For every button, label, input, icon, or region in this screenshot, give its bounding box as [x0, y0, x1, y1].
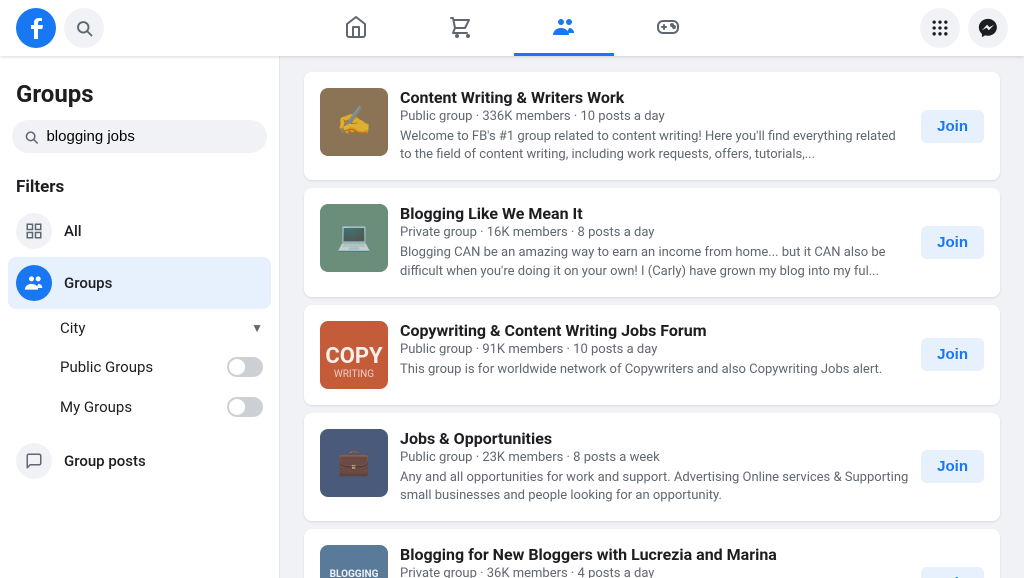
my-groups-filter[interactable]: My Groups: [60, 387, 263, 427]
sidebar: Groups Filters All: [0, 56, 280, 578]
group-meta: Public group · 91K members · 10 posts a …: [400, 342, 909, 357]
group-card: 💻 Blogging Like We Mean It Private group…: [304, 188, 1000, 296]
public-groups-filter[interactable]: Public Groups: [60, 347, 263, 387]
group-posts-label: Group posts: [64, 452, 146, 470]
nav-center: [306, 0, 718, 56]
join-button[interactable]: Join: [921, 450, 984, 483]
filter-groups-label: Groups: [64, 274, 112, 292]
group-description: This group is for worldwide network of C…: [400, 361, 909, 379]
nav-tab-marketplace[interactable]: [410, 0, 510, 56]
city-label: City: [60, 319, 85, 337]
group-description: Welcome to FB's #1 group related to cont…: [400, 128, 909, 164]
sidebar-title: Groups: [8, 72, 271, 120]
group-card: ✍ Content Writing & Writers Work Public …: [304, 72, 1000, 180]
group-meta: Private group · 36K members · 4 posts a …: [400, 566, 909, 578]
group-posts-icon: [16, 443, 52, 479]
group-description: Any and all opportunities for work and s…: [400, 469, 909, 505]
main-content: ✍ Content Writing & Writers Work Public …: [280, 56, 1024, 578]
group-name: Jobs & Opportunities: [400, 429, 909, 448]
group-info: Copywriting & Content Writing Jobs Forum…: [400, 321, 909, 379]
filters-label: Filters: [8, 169, 271, 205]
group-name: Content Writing & Writers Work: [400, 88, 909, 107]
group-name: Blogging Like We Mean It: [400, 204, 909, 223]
search-button[interactable]: [64, 8, 104, 48]
all-filter-icon: [16, 213, 52, 249]
my-groups-toggle[interactable]: [227, 397, 263, 417]
layout: Groups Filters All: [0, 56, 1024, 578]
results-list: ✍ Content Writing & Writers Work Public …: [304, 72, 1000, 578]
city-chevron-icon: ▼: [251, 321, 263, 335]
filter-all-label: All: [64, 222, 82, 240]
city-filter[interactable]: City ▼: [60, 309, 263, 347]
nav-right: [920, 8, 1008, 48]
groups-filter-icon: [16, 265, 52, 301]
group-image: 💻: [320, 204, 388, 272]
filter-group-posts[interactable]: Group posts: [8, 435, 271, 487]
group-info: Content Writing & Writers Work Public gr…: [400, 88, 909, 164]
join-button[interactable]: Join: [921, 567, 984, 578]
filter-all[interactable]: All: [8, 205, 271, 257]
join-button[interactable]: Join: [921, 338, 984, 371]
join-button[interactable]: Join: [921, 226, 984, 259]
apps-button[interactable]: [920, 8, 960, 48]
search-input[interactable]: [46, 128, 255, 145]
group-name: Blogging for New Bloggers with Lucrezia …: [400, 545, 909, 564]
group-meta: Private group · 16K members · 8 posts a …: [400, 225, 909, 240]
public-groups-toggle[interactable]: [227, 357, 263, 377]
group-description: Blogging CAN be an amazing way to earn a…: [400, 244, 909, 280]
nav-left: [16, 8, 104, 48]
group-card: COPYWRITING Copywriting & Content Writin…: [304, 305, 1000, 405]
nav-tab-gaming[interactable]: [618, 0, 718, 56]
sub-filters: City ▼ Public Groups My Groups: [8, 309, 271, 435]
group-image: COPYWRITING: [320, 321, 388, 389]
search-icon: [24, 129, 38, 145]
group-image: BLOGGINGNEWBLOG: [320, 545, 388, 578]
facebook-logo[interactable]: [16, 8, 56, 48]
svg-text:BLOGGING: BLOGGING: [330, 569, 379, 578]
svg-text:WRITING: WRITING: [334, 369, 374, 380]
group-card: BLOGGINGNEWBLOG Blogging for New Blogger…: [304, 529, 1000, 578]
svg-text:✍: ✍: [337, 104, 372, 137]
group-name: Copywriting & Content Writing Jobs Forum: [400, 321, 909, 340]
filter-groups[interactable]: Groups: [8, 257, 271, 309]
nav-tab-groups[interactable]: [514, 0, 614, 56]
group-info: Blogging for New Bloggers with Lucrezia …: [400, 545, 909, 578]
group-image: ✍: [320, 88, 388, 156]
svg-text:💼: 💼: [338, 448, 370, 478]
search-bar[interactable]: [12, 120, 267, 153]
group-meta: Public group · 23K members · 8 posts a w…: [400, 450, 909, 465]
group-card: 💼 Jobs & Opportunities Public group · 23…: [304, 413, 1000, 521]
nav-tab-home[interactable]: [306, 0, 406, 56]
my-groups-label: My Groups: [60, 398, 132, 416]
public-groups-label: Public Groups: [60, 358, 153, 376]
group-info: Jobs & Opportunities Public group · 23K …: [400, 429, 909, 505]
group-info: Blogging Like We Mean It Private group ·…: [400, 204, 909, 280]
svg-text:💻: 💻: [337, 220, 372, 253]
svg-text:COPY: COPY: [325, 344, 383, 369]
group-image: 💼: [320, 429, 388, 497]
top-nav: [0, 0, 1024, 56]
group-meta: Public group · 336K members · 10 posts a…: [400, 109, 909, 124]
join-button[interactable]: Join: [921, 110, 984, 143]
messenger-button[interactable]: [968, 8, 1008, 48]
